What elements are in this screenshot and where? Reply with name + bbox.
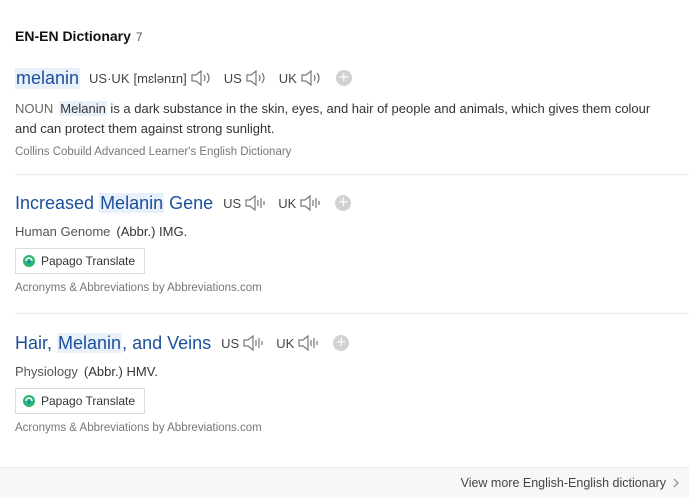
- word-part: Increased: [15, 192, 100, 213]
- speaker-icon[interactable]: [245, 68, 269, 88]
- entry-increased-melanin-gene: Increased Melanin Gene US UK + Human Gen…: [15, 190, 689, 294]
- entry-headrow: melanin US·UK [mɛlənɪn] US UK +: [15, 65, 689, 91]
- part-of-speech: NOUN: [15, 101, 54, 116]
- plus-icon[interactable]: +: [335, 70, 352, 86]
- us-label: US: [221, 335, 240, 351]
- view-more-label: View more English-English dictionary: [460, 476, 666, 490]
- result-count: 7: [135, 30, 143, 44]
- abbreviation: (Abbr.) IMG.: [116, 224, 188, 239]
- entry-headrow: Increased Melanin Gene US UK +: [15, 190, 689, 216]
- definition: NOUN Melanin is a dark substance in the s…: [15, 99, 665, 139]
- chevron-right-icon: [673, 478, 679, 488]
- entry-word-link[interactable]: melanin: [15, 67, 81, 89]
- dictionary-title: EN-EN Dictionary: [15, 28, 131, 44]
- divider: [15, 174, 689, 175]
- plus-icon[interactable]: +: [333, 335, 350, 351]
- papago-icon: [23, 255, 35, 267]
- speaker-icon[interactable]: [297, 333, 321, 353]
- divider: [15, 313, 689, 314]
- us-label: US: [223, 195, 242, 211]
- uk-label: UK: [278, 70, 297, 86]
- entry-hair-melanin-veins: Hair, Melanin, and Veins US UK + Physiol…: [15, 330, 689, 434]
- definition-text: is a dark substance in the skin, eyes, a…: [15, 101, 651, 136]
- papago-label: Papago Translate: [41, 254, 136, 268]
- uk-label: UK: [276, 335, 295, 351]
- word-part: Hair,: [15, 332, 58, 353]
- footer-bar: View more English-English dictionary: [0, 467, 689, 498]
- entry-melanin: melanin US·UK [mɛlənɪn] US UK + NOUN Mela…: [15, 65, 689, 158]
- definition-highlight: Melanin: [59, 101, 107, 116]
- entry-headrow: Hair, Melanin, and Veins US UK +: [15, 330, 689, 356]
- category-label: Physiology: [15, 364, 78, 379]
- speaker-icon[interactable]: [242, 333, 266, 353]
- speaker-icon[interactable]: [300, 68, 324, 88]
- source-link[interactable]: Acronyms & Abbreviations by Abbreviation…: [15, 282, 689, 294]
- source-link[interactable]: Collins Cobuild Advanced Learner's Engli…: [15, 146, 689, 158]
- pron-text: [mɛlənɪn]: [133, 70, 187, 86]
- word-part: , and Veins: [122, 332, 212, 353]
- dictionary-header: EN-EN Dictionary 7: [15, 28, 143, 44]
- entry-word-link[interactable]: Increased Melanin Gene: [15, 192, 214, 214]
- pron-label: US·UK: [89, 70, 130, 86]
- category-label: Human Genome: [15, 224, 111, 239]
- speaker-icon[interactable]: [299, 193, 323, 213]
- speaker-icon[interactable]: [190, 68, 214, 88]
- view-more-link[interactable]: View more English-English dictionary: [461, 476, 679, 490]
- plus-icon[interactable]: +: [335, 195, 352, 211]
- papago-icon: [23, 395, 35, 407]
- uk-label: UK: [278, 195, 297, 211]
- us-label: US: [223, 70, 242, 86]
- entry-word-link[interactable]: Hair, Melanin, and Veins: [15, 332, 212, 354]
- source-link[interactable]: Acronyms & Abbreviations by Abbreviation…: [15, 422, 689, 434]
- papago-label: Papago Translate: [41, 394, 136, 408]
- meaning-row: Human Genome (Abbr.) IMG.: [15, 224, 689, 239]
- speaker-icon[interactable]: [244, 193, 268, 213]
- papago-translate-button[interactable]: Papago Translate: [15, 388, 146, 414]
- meaning-row: Physiology (Abbr.) HMV.: [15, 364, 689, 379]
- abbreviation: (Abbr.) HMV.: [83, 364, 158, 379]
- word-highlight: Melanin: [99, 192, 165, 213]
- papago-translate-button[interactable]: Papago Translate: [15, 248, 146, 274]
- word-highlight: Melanin: [57, 332, 123, 353]
- word-part: Gene: [164, 192, 214, 213]
